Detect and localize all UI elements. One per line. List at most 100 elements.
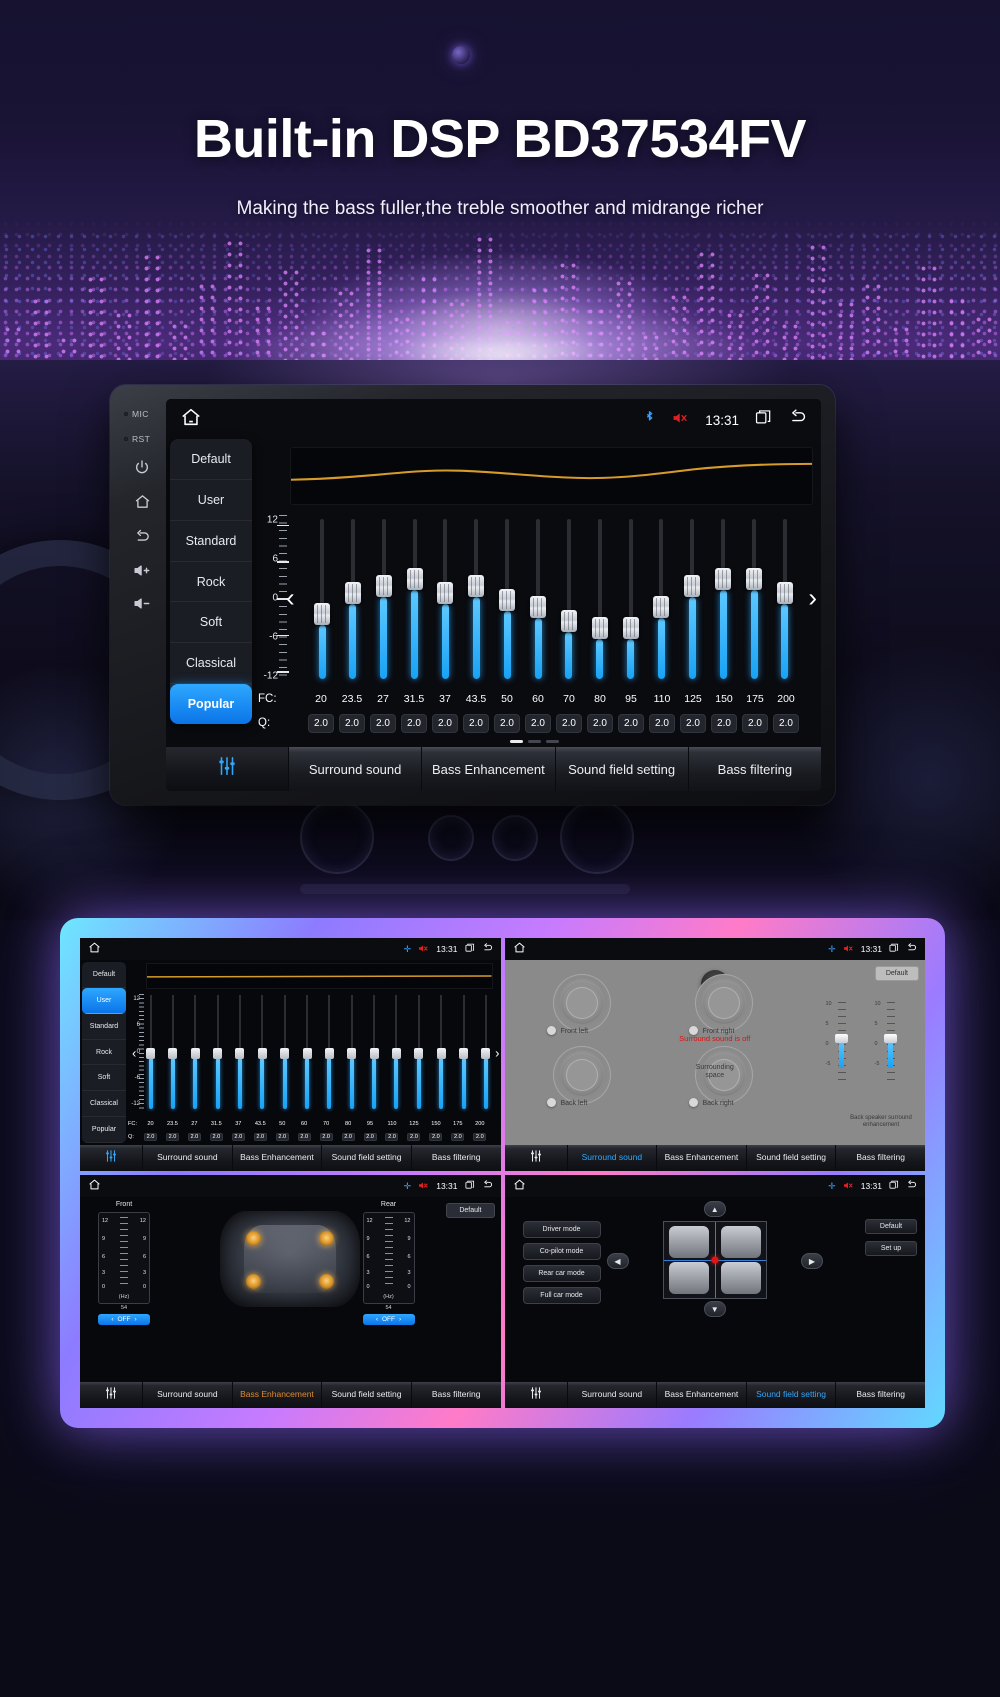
tab-bass-enhancement[interactable]: Bass Enhancement	[421, 747, 555, 791]
nav-down-button[interactable]: ▼	[703, 1301, 726, 1317]
fader-right[interactable]: 10 5 0 -5	[875, 1000, 904, 1082]
tab-sound-field-setting[interactable]: Sound field setting	[321, 1382, 411, 1408]
band-slider[interactable]	[314, 515, 330, 685]
preset-user[interactable]: User	[170, 480, 252, 521]
front-right-knob[interactable]	[694, 974, 753, 1032]
tab-surround-sound[interactable]: Surround sound	[142, 1382, 232, 1408]
tab-sound-field-setting[interactable]: Sound field setting	[745, 1145, 836, 1171]
q-value[interactable]: 2.0	[463, 713, 489, 733]
q-value[interactable]: 2.0	[319, 1133, 333, 1141]
q-value[interactable]: 2.0	[209, 1133, 223, 1141]
prev-page-arrow[interactable]: ‹	[286, 583, 295, 614]
band-slider[interactable]	[459, 994, 469, 1111]
preset-rock[interactable]: Rock	[82, 1040, 126, 1066]
q-value[interactable]: 2.0	[451, 1133, 465, 1141]
q-value[interactable]: 2.0	[680, 713, 706, 733]
band-slider[interactable]	[375, 515, 392, 685]
band-slider[interactable]	[591, 515, 608, 685]
tab-bass-filtering[interactable]: Bass filtering	[835, 1145, 925, 1171]
q-value[interactable]: 2.0	[432, 713, 458, 733]
volume-down-icon[interactable]	[133, 596, 152, 614]
tab-equalizer[interactable]	[80, 1145, 142, 1171]
band-slider[interactable]	[622, 515, 639, 685]
band-slider[interactable]	[168, 994, 178, 1111]
thumb-surround-sound[interactable]: ✛ 13:31 Default Front left Front right S…	[504, 938, 925, 1171]
power-icon[interactable]	[134, 459, 150, 478]
q-value[interactable]: 2.0	[231, 1133, 245, 1141]
nav-left-button[interactable]: ◀	[606, 1253, 629, 1269]
band-slider[interactable]	[776, 515, 793, 685]
tab-surround-sound[interactable]: Surround sound	[142, 1145, 232, 1171]
thumb-bass-enhancement[interactable]: ✛ 13:31 Front 12 12 9 9 6 6 3 3 0 0 (Hz)…	[80, 1175, 501, 1408]
band-slider[interactable]	[530, 515, 547, 685]
band-slider[interactable]	[235, 994, 245, 1111]
home-icon[interactable]	[88, 941, 101, 957]
setup-button[interactable]: Set up	[865, 1241, 917, 1256]
bluetooth-icon[interactable]	[643, 410, 656, 430]
next-page-arrow[interactable]: ›	[808, 583, 817, 614]
band-slider[interactable]	[481, 994, 491, 1111]
tab-bass-filtering[interactable]: Bass filtering	[835, 1382, 925, 1408]
tab-bass-filtering[interactable]: Bass filtering	[410, 1382, 501, 1408]
q-value[interactable]: 2.0	[363, 1133, 377, 1141]
tab-sound-field-setting[interactable]: Sound field setting	[554, 747, 688, 791]
band-slider[interactable]	[499, 515, 516, 685]
preset-classical[interactable]: Classical	[82, 1091, 126, 1118]
thumb-sound-field[interactable]: ✛ 13:31 Driver mode Co-pilot mode Rear c…	[504, 1175, 925, 1408]
tab-sound-field-setting[interactable]: Sound field setting	[321, 1145, 411, 1171]
preset-classical[interactable]: Classical	[170, 643, 252, 685]
back-arrow-icon[interactable]	[906, 1179, 917, 1193]
tab-bass-enhancement[interactable]: Bass Enhancement	[231, 1145, 322, 1171]
q-value[interactable]: 2.0	[429, 1133, 443, 1141]
q-value[interactable]: 2.0	[165, 1133, 179, 1141]
preset-default[interactable]: Default	[82, 962, 126, 988]
band-slider[interactable]	[213, 994, 223, 1111]
back-left-knob[interactable]	[552, 1046, 611, 1104]
back-arrow-icon[interactable]	[482, 1179, 493, 1193]
home-icon[interactable]	[88, 1178, 101, 1194]
q-value[interactable]: 2.0	[341, 1133, 355, 1141]
preset-popular[interactable]: Popular	[82, 1117, 126, 1143]
preset-standard[interactable]: Standard	[170, 521, 252, 562]
tab-equalizer[interactable]	[80, 1382, 142, 1408]
band-slider[interactable]	[715, 515, 732, 685]
home-icon[interactable]	[134, 493, 151, 513]
q-value[interactable]: 2.0	[407, 1133, 421, 1141]
recents-icon[interactable]	[465, 1180, 475, 1193]
q-value[interactable]: 2.0	[253, 1133, 267, 1141]
q-value[interactable]: 2.0	[742, 713, 768, 733]
volume-up-icon[interactable]	[133, 563, 152, 581]
mode-driver[interactable]: Driver mode	[522, 1221, 601, 1238]
band-slider[interactable]	[257, 994, 267, 1111]
speaker-mute-icon[interactable]	[672, 411, 689, 429]
tab-equalizer[interactable]	[166, 747, 288, 791]
rear-off-toggle[interactable]: ‹ OFF ›	[362, 1314, 415, 1325]
band-slider[interactable]	[324, 994, 334, 1111]
home-icon[interactable]	[513, 941, 526, 957]
tab-bass-filtering[interactable]: Bass filtering	[687, 747, 821, 791]
q-value[interactable]: 2.0	[525, 713, 551, 733]
preset-soft[interactable]: Soft	[82, 1065, 126, 1092]
band-slider[interactable]	[302, 994, 312, 1111]
band-slider[interactable]	[369, 994, 379, 1111]
q-value[interactable]: 2.0	[587, 713, 613, 733]
seat-grid[interactable]	[662, 1221, 767, 1299]
preset-user[interactable]: User	[82, 987, 126, 1014]
q-value[interactable]: 2.0	[773, 713, 799, 733]
back-arrow-icon[interactable]	[788, 409, 807, 431]
band-slider[interactable]	[146, 994, 155, 1111]
tab-bass-enhancement[interactable]: Bass Enhancement	[656, 1382, 746, 1408]
q-value[interactable]: 2.0	[187, 1133, 201, 1141]
front-left-knob[interactable]	[552, 974, 611, 1032]
default-button[interactable]: Default	[874, 966, 919, 981]
q-value[interactable]: 2.0	[618, 713, 644, 733]
front-off-toggle[interactable]: ‹ OFF ›	[98, 1314, 150, 1325]
band-slider[interactable]	[391, 994, 401, 1111]
fader-left[interactable]: 10 5 0 -5	[826, 1000, 855, 1082]
band-slider[interactable]	[347, 994, 357, 1111]
recents-icon[interactable]	[755, 409, 772, 431]
q-value[interactable]: 2.0	[494, 713, 520, 733]
preset-standard[interactable]: Standard	[82, 1014, 126, 1040]
q-value[interactable]: 2.0	[649, 713, 675, 733]
q-value[interactable]: 2.0	[711, 713, 737, 733]
